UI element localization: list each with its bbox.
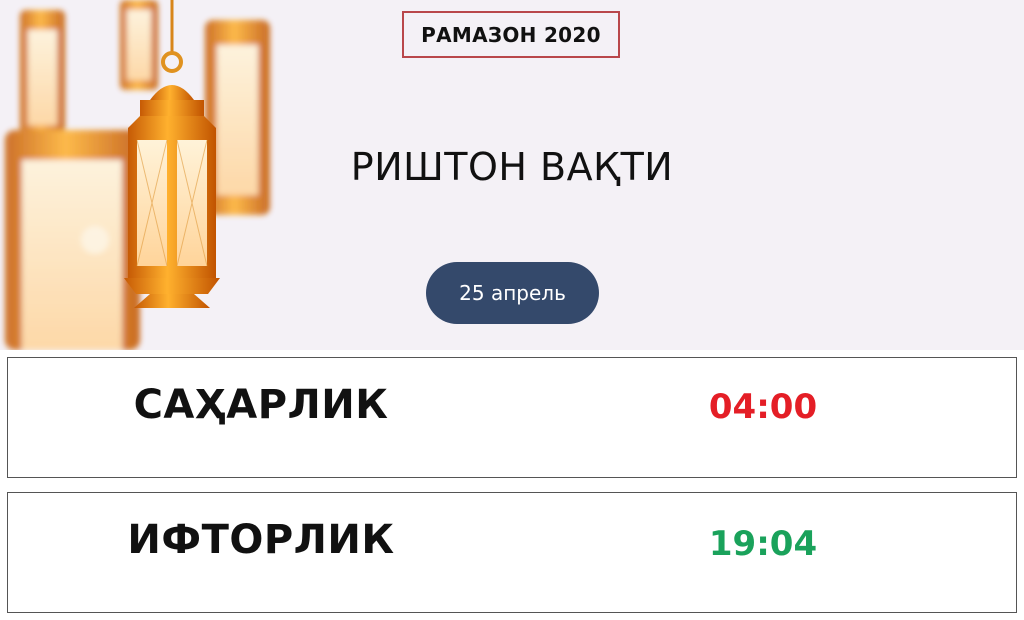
date-badge: 25 апрель	[426, 262, 599, 324]
sahar-label: САҲАРЛИК	[133, 382, 389, 428]
iftor-label: ИФТОРЛИК	[127, 517, 395, 563]
year-badge: РАМАЗОН 2020	[402, 11, 620, 58]
sahar-time-row: САҲАРЛИК 04:00	[7, 357, 1017, 478]
header-banner: РАМАЗОН 2020 РИШТОН ВАҚТИ 25 апрель	[0, 0, 1024, 350]
page-title: РИШТОН ВАҚТИ	[350, 145, 674, 189]
iftor-time: 19:04	[708, 524, 818, 564]
iftor-time-row: ИФТОРЛИК 19:04	[7, 492, 1017, 613]
sahar-time: 04:00	[708, 387, 818, 427]
